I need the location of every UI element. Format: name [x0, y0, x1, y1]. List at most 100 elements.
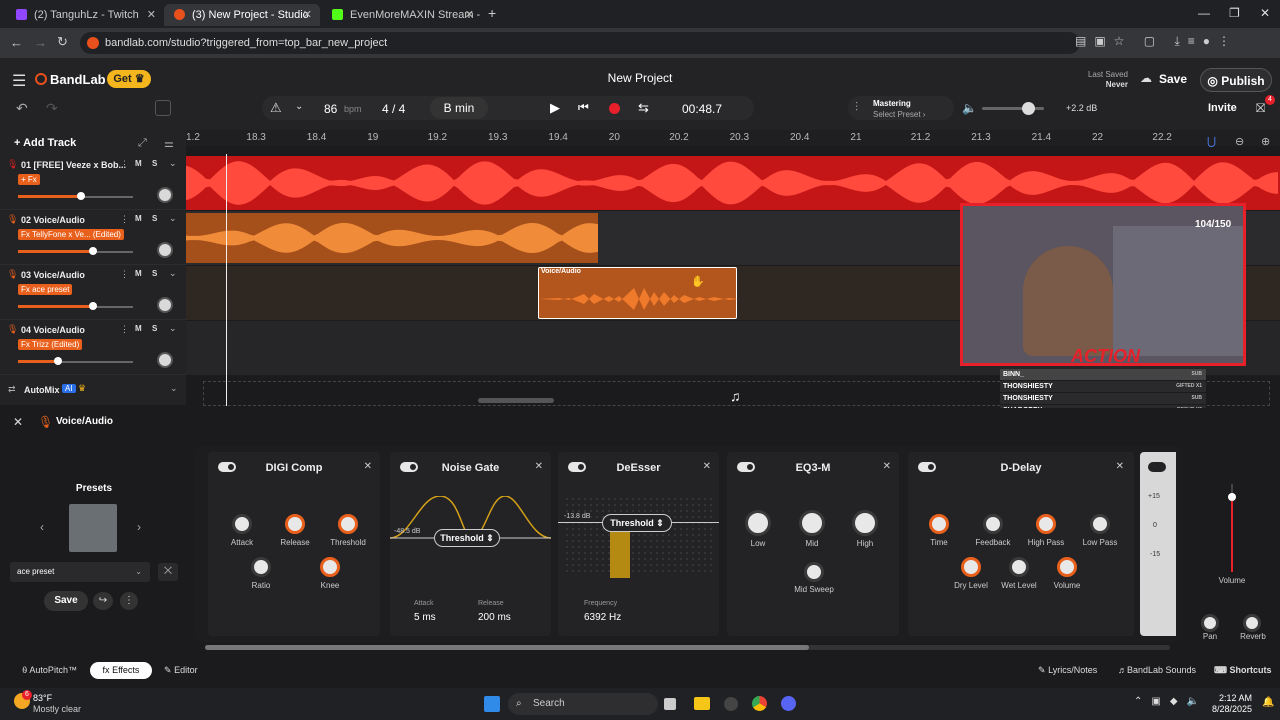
back-icon[interactable]: ←	[10, 35, 23, 50]
gift-icon[interactable]: ⛝	[1256, 101, 1265, 116]
remove-preset-icon[interactable]: ⨉	[158, 563, 178, 581]
close-icon[interactable]: ✕	[465, 4, 474, 26]
chevron-down-icon[interactable]: ⌄	[169, 213, 177, 224]
track-more-icon[interactable]: ⋮	[120, 269, 129, 280]
wet-level-knob[interactable]	[1009, 557, 1029, 577]
save-preset-button[interactable]: Save	[44, 591, 88, 611]
close-icon[interactable]: ✕	[703, 461, 711, 472]
shortcuts-button[interactable]: ⌨ Shortcuts	[1214, 665, 1272, 676]
automix-row[interactable]: ⇄ AutoMix AI ♛ ⌄	[0, 381, 186, 399]
gate-release-value[interactable]: 200 ms	[478, 612, 511, 623]
close-icon[interactable]: ✕	[147, 4, 156, 26]
track-header[interactable]: 🎙 02 Voice/Audio ⋮ M S ⌄ Fx TellyFone x Ve... …	[0, 211, 186, 265]
windows-start-icon[interactable]	[484, 696, 500, 712]
track-name[interactable]: 02 Voice/Audio	[21, 215, 85, 225]
track-name[interactable]: 04 Voice/Audio	[21, 325, 85, 335]
skip-back-icon[interactable]: ⏮	[578, 100, 589, 115]
mute-button[interactable]: M	[135, 159, 142, 168]
browser-tab[interactable]: (2) TanguhLz - Twitch ✕	[6, 4, 164, 26]
chevron-down-icon[interactable]: ⌄	[169, 158, 177, 169]
file-explorer-icon[interactable]	[694, 697, 710, 710]
prev-preset-icon[interactable]: ‹	[40, 520, 44, 534]
track-volume-thumb[interactable]	[88, 302, 97, 310]
volume-fader-thumb[interactable]	[1228, 493, 1236, 501]
track-fx-chip[interactable]: + Fx	[18, 174, 40, 185]
threshold-knob[interactable]	[338, 514, 358, 534]
maximize-icon[interactable]: ❐	[1229, 6, 1240, 20]
solo-button[interactable]: S	[152, 159, 157, 168]
track-pan-knob[interactable]	[157, 242, 173, 258]
track-pan-knob[interactable]	[157, 352, 173, 368]
timeline-ruler[interactable]: 1.2 18.3 18.4 19 19.2 19.3 19.4 20 20.2 20.3 20.4 2…	[186, 130, 1280, 146]
ratio-knob[interactable]	[251, 557, 271, 577]
solo-button[interactable]: S	[152, 214, 157, 223]
mid-sweep-knob[interactable]	[804, 562, 824, 582]
track-fx-chip[interactable]: Fx TellyFone x Ve... (Edited)	[18, 229, 124, 240]
horizontal-scrollbar[interactable]	[478, 398, 554, 403]
url-field[interactable]: bandlab.com/studio?triggered_from=top_ba…	[80, 32, 1080, 54]
mid-knob[interactable]	[799, 510, 825, 536]
track-fx-chip[interactable]: Fx ace preset	[18, 284, 73, 295]
low-pass-knob[interactable]	[1090, 514, 1110, 534]
share-icon[interactable]: ↪	[93, 592, 113, 610]
high-pass-knob[interactable]	[1036, 514, 1056, 534]
reverb-knob[interactable]	[1243, 614, 1261, 632]
track-fx-chip[interactable]: Fx Trizz (Edited)	[18, 339, 83, 350]
solo-button[interactable]: S	[152, 324, 157, 333]
track-pan-knob[interactable]	[157, 187, 173, 203]
publish-button[interactable]: ◎ Publish	[1200, 68, 1272, 92]
zoom-out-icon[interactable]: ⊖	[1235, 135, 1244, 148]
undo-icon[interactable]: ↶	[16, 100, 28, 117]
preset-thumbnail[interactable]	[69, 504, 117, 552]
track-more-icon[interactable]: ⋮	[120, 159, 129, 170]
browser-tab-active[interactable]: (3) New Project - Studio ✕	[164, 4, 320, 26]
close-icon[interactable]: ✕	[303, 4, 312, 26]
close-window-icon[interactable]: ✕	[1260, 6, 1270, 20]
gate-threshold-select[interactable]: Threshold ⇕	[434, 529, 500, 547]
add-track-button[interactable]: + Add Track	[14, 137, 76, 149]
selected-clip[interactable]: Voice/Audio ✋	[538, 267, 738, 319]
low-knob[interactable]	[745, 510, 771, 536]
volume-knob[interactable]	[1057, 557, 1077, 577]
deesser-band[interactable]	[610, 532, 630, 578]
dry-level-knob[interactable]	[961, 557, 981, 577]
close-panel-icon[interactable]: ✕	[13, 415, 23, 429]
forward-icon[interactable]: →	[34, 35, 47, 50]
key-selector[interactable]: B min	[430, 97, 488, 119]
effects-tab[interactable]: fx Effects	[90, 662, 152, 679]
add-audio-icon[interactable]: ♫	[730, 388, 741, 404]
play-icon[interactable]: ▶	[550, 100, 560, 116]
mute-button[interactable]: M	[135, 269, 142, 278]
track-volume-thumb[interactable]	[54, 357, 63, 365]
new-tab-icon[interactable]: +	[488, 5, 496, 21]
editor-tab[interactable]: ✎ Editor	[164, 665, 198, 676]
wand-icon[interactable]: ⤢	[138, 137, 147, 150]
more-icon[interactable]: ⋮	[120, 592, 138, 610]
next-preset-icon[interactable]: ›	[137, 520, 141, 534]
app-icon[interactable]	[724, 697, 738, 711]
bandlab-sounds-button[interactable]: ♬BandLab Sounds	[1118, 665, 1196, 675]
deesser-threshold-select[interactable]: Threshold ⇕	[602, 514, 672, 532]
track-header[interactable]: 🎙 01 [FREE] Veeze x Bob... ⋮ M S ⌄ + Fx	[0, 156, 186, 210]
high-knob[interactable]	[852, 510, 878, 536]
close-icon[interactable]: ✕	[535, 461, 543, 472]
deesser-frequency-value[interactable]: 6392 Hz	[584, 612, 621, 623]
feedback-knob[interactable]	[983, 514, 1003, 534]
metronome-icon[interactable]: ⚠	[270, 100, 282, 116]
system-tray-icons[interactable]: ⌃▣◆🔈	[1134, 696, 1208, 707]
track-pan-knob[interactable]	[157, 297, 173, 313]
discord-icon[interactable]	[781, 696, 796, 711]
minimize-icon[interactable]: —	[1198, 6, 1210, 20]
close-icon[interactable]: ✕	[883, 461, 891, 472]
track-volume-thumb[interactable]	[88, 247, 97, 255]
track-name[interactable]: 01 [FREE] Veeze x Bob...	[21, 160, 126, 170]
browser-toolbar-icons[interactable]: ▤▣☆ ▢ ⤓≡●⋮	[1075, 34, 1238, 49]
track-header[interactable]: 🎙 04 Voice/Audio ⋮ M S ⌄ Fx Trizz (Edited)	[0, 321, 186, 375]
preset-select[interactable]: ace preset ⌄	[10, 562, 150, 582]
track-name[interactable]: 03 Voice/Audio	[21, 270, 85, 280]
release-knob[interactable]	[285, 514, 305, 534]
close-icon[interactable]: ✕	[364, 461, 372, 472]
chrome-icon[interactable]	[752, 696, 767, 711]
track-volume-thumb[interactable]	[77, 192, 86, 200]
solo-button[interactable]: S	[152, 269, 157, 278]
